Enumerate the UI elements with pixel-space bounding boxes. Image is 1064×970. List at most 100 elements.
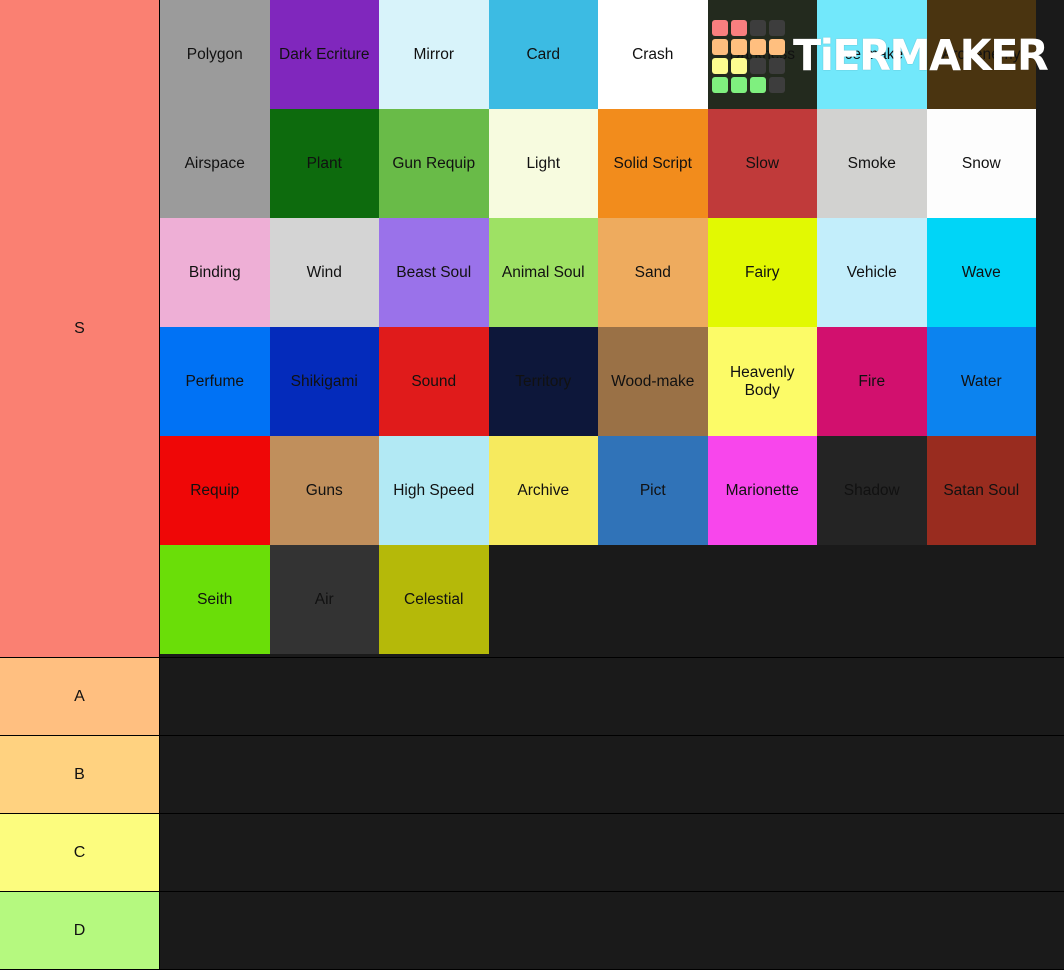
tier-item[interactable]: Celestial (379, 545, 489, 654)
tier-rows-container: S Polygon Dark Ecriture Mirror Card Crash Dark… (0, 0, 1064, 970)
tier-item[interactable]: Gun Requip (379, 109, 489, 218)
tier-items-a[interactable] (160, 658, 1064, 735)
tier-item-label: Smoke (847, 154, 896, 172)
tier-item[interactable]: Smoke (817, 109, 927, 218)
tier-item-label: Perfume (185, 372, 245, 390)
tier-item[interactable]: Water (926, 327, 1036, 436)
tier-item[interactable]: Shadow (817, 436, 927, 545)
tier-item[interactable]: Heavenly Body (707, 327, 817, 436)
tier-row: B (0, 736, 1064, 814)
tier-item[interactable]: Requip (160, 436, 270, 545)
tier-item-label: Marionette (725, 481, 799, 499)
tier-item-label: Shikigami (290, 372, 358, 390)
tier-items-s[interactable]: Polygon Dark Ecriture Mirror Card Crash Darkn… (160, 0, 1064, 657)
tier-items-c[interactable] (160, 814, 1064, 891)
tier-item[interactable]: Fairy (707, 218, 817, 327)
tier-item-label: Wind (306, 263, 342, 281)
tier-item[interactable]: Wave (926, 218, 1036, 327)
tier-item-label: Fire (858, 372, 886, 390)
tier-item[interactable]: Fire (817, 327, 927, 436)
tier-item[interactable]: Guns (269, 436, 379, 545)
tier-list-board: S Polygon Dark Ecriture Mirror Card Crash Dark… (0, 0, 1064, 970)
tier-item[interactable]: Shikigami (269, 327, 379, 436)
tier-item[interactable]: High Speed (379, 436, 489, 545)
tier-row: S Polygon Dark Ecriture Mirror Card Crash Dark… (0, 0, 1064, 658)
tier-item-label: Sound (411, 372, 457, 390)
tier-item-label: Wood-make (611, 372, 695, 390)
tier-row: A (0, 658, 1064, 736)
tier-item-label: Celestial (404, 590, 464, 608)
tier-item[interactable]: Perfume (160, 327, 270, 436)
tier-item-label: Vehicle (846, 263, 897, 281)
tier-row: D (0, 892, 1064, 970)
tier-item[interactable]: Territory (488, 327, 598, 436)
tier-label-a[interactable]: A (0, 658, 160, 735)
tier-item-label: Wave (961, 263, 1001, 281)
tier-item[interactable]: Mirror (379, 0, 489, 109)
tier-item[interactable]: Sound (379, 327, 489, 436)
tier-item[interactable]: Light (488, 109, 598, 218)
tier-item-label: Satan Soul (943, 481, 1020, 499)
tier-items-d[interactable] (160, 892, 1064, 969)
tier-label-b[interactable]: B (0, 736, 160, 813)
tier-item-label: Territory (515, 372, 572, 390)
tier-item[interactable]: Binding (160, 218, 270, 327)
tier-item-label: Solid Script (613, 154, 692, 172)
tier-item[interactable]: Sand (598, 218, 708, 327)
tier-item[interactable]: Air (269, 545, 379, 654)
tier-item-label: Animal Soul (501, 263, 585, 281)
tier-item[interactable]: Crash (598, 0, 708, 109)
tier-item[interactable]: Card (488, 0, 598, 109)
tier-item-label: Archive (517, 481, 570, 499)
tier-label-s[interactable]: S (0, 0, 160, 657)
tier-item[interactable]: Pict (598, 436, 708, 545)
tier-item-label: Ice make (840, 45, 904, 63)
tier-item-label: Heavenly Body (729, 364, 795, 399)
tier-item[interactable]: Ice make (817, 0, 927, 109)
tier-item[interactable]: Animal Soul (488, 218, 598, 327)
tier-item-label: High Speed (393, 481, 475, 499)
tier-item[interactable]: Plant (269, 109, 379, 218)
tier-item-label: Binding (188, 263, 241, 281)
tier-item[interactable]: Darkness (707, 0, 817, 109)
tier-item-label: Plant (306, 154, 342, 172)
tier-item-label: Gun Requip (392, 154, 476, 172)
tier-item-label: Slow (745, 154, 780, 172)
tier-items-b[interactable] (160, 736, 1064, 813)
tier-item-label: Water (960, 372, 1002, 390)
tier-label-d[interactable]: D (0, 892, 160, 969)
tier-item[interactable]: Seith (160, 545, 270, 654)
tier-item-label: Seith (197, 590, 233, 608)
tier-item[interactable]: Polygon (160, 0, 270, 109)
tier-item[interactable]: Archive (488, 436, 598, 545)
tier-item[interactable]: Solid Script (598, 109, 708, 218)
tier-item[interactable]: Dark Ecriture (269, 0, 379, 109)
tier-item-label: Mirror (413, 45, 454, 63)
tier-item[interactable]: Slow (707, 109, 817, 218)
tier-item-label: Darkness (729, 45, 795, 63)
tier-row: C (0, 814, 1064, 892)
tier-item-label: Fairy (745, 263, 780, 281)
tier-item-label: Airspace (184, 154, 245, 172)
tier-item-label: Pict (639, 481, 666, 499)
tier-item-label: Snow (961, 154, 1001, 172)
tier-item[interactable]: Archenemy (926, 0, 1036, 109)
tier-item-label: Light (526, 154, 561, 172)
tier-item[interactable]: Vehicle (817, 218, 927, 327)
tier-item[interactable]: Wood-make (598, 327, 708, 436)
tier-item[interactable]: Snow (926, 109, 1036, 218)
tier-item-label: Archenemy (942, 45, 1021, 63)
tier-item-label: Shadow (843, 481, 900, 499)
tier-item-label: Sand (634, 263, 671, 281)
tier-item-label: Beast Soul (396, 263, 472, 281)
tier-item-label: Card (526, 45, 561, 63)
tier-item-label: Polygon (186, 45, 243, 63)
tier-item-label: Crash (632, 45, 674, 63)
tier-item[interactable]: Marionette (707, 436, 817, 545)
tier-item[interactable]: Wind (269, 218, 379, 327)
tier-item[interactable]: Beast Soul (379, 218, 489, 327)
tier-item[interactable]: Airspace (160, 109, 270, 218)
tier-label-c[interactable]: C (0, 814, 160, 891)
tier-item-label: Requip (190, 481, 240, 499)
tier-item[interactable]: Satan Soul (926, 436, 1036, 545)
